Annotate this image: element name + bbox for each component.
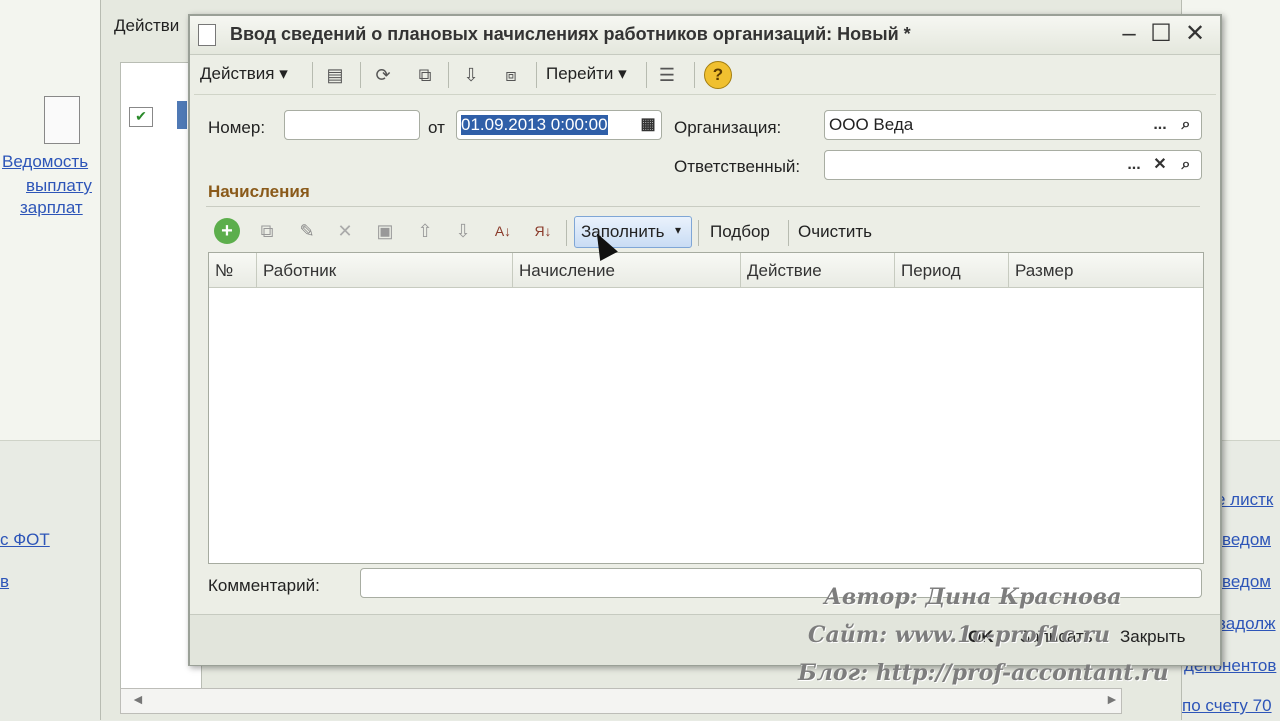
horizontal-scrollbar[interactable]: ◄ ►: [120, 688, 1122, 714]
accruals-table[interactable]: № Работник Начисление Действие Период Ра…: [208, 252, 1204, 564]
link-fot[interactable]: с ФОТ: [0, 530, 50, 550]
title-bar[interactable]: Ввод сведений о плановых начислениях раб…: [190, 16, 1220, 55]
actions-menu[interactable]: Действия ▾: [200, 64, 288, 84]
link-right-4[interactable]: задолж: [1218, 614, 1276, 634]
column-accrual[interactable]: Начисление: [513, 253, 741, 287]
organization-value: ООО Веда: [829, 115, 914, 134]
sort-desc-icon[interactable]: Я↓: [530, 218, 556, 244]
background-tab[interactable]: Действи: [114, 16, 179, 36]
watermark-site: Сайт: www.1c-prof1c.ru: [808, 622, 1110, 648]
watermark-author: Автор: Дина Краснова: [824, 584, 1122, 610]
separator: [646, 62, 647, 88]
post-icon[interactable]: ▤: [322, 62, 348, 88]
help-icon[interactable]: ?: [704, 61, 732, 89]
link-right-3[interactable]: ведом: [1222, 572, 1271, 592]
column-size[interactable]: Размер: [1009, 253, 1203, 287]
separator: [448, 62, 449, 88]
structure-icon[interactable]: ⧈: [498, 62, 524, 88]
separator: [360, 62, 361, 88]
move-up-icon[interactable]: ⇧: [412, 218, 438, 244]
planned-accruals-dialog: Ввод сведений о плановых начислениях раб…: [188, 14, 1222, 666]
document-icon[interactable]: [44, 96, 80, 144]
organization-label: Организация:: [674, 118, 782, 137]
row-selection: [177, 101, 187, 129]
separator: [536, 62, 537, 88]
calendar-icon[interactable]: ▦: [637, 115, 659, 137]
scroll-right-icon[interactable]: ►: [1105, 691, 1119, 707]
comment-label: Комментарий:: [208, 576, 320, 595]
link-zarplat[interactable]: зарплат: [20, 198, 83, 218]
link-right-2[interactable]: ведом: [1222, 530, 1271, 550]
number-field[interactable]: [284, 110, 420, 140]
goto-menu[interactable]: Перейти ▾: [546, 64, 627, 84]
number-label: Номер:: [208, 118, 266, 137]
list-icon[interactable]: ☰: [654, 62, 680, 88]
close-button[interactable]: Закрыть: [1120, 627, 1185, 647]
from-label: от: [428, 118, 445, 137]
clear-button[interactable]: Очистить: [798, 222, 872, 242]
separator: [312, 62, 313, 88]
organization-field[interactable]: ООО Веда ... ⌕: [824, 110, 1202, 140]
link-vyplatu[interactable]: выплату: [26, 176, 92, 196]
table-header: № Работник Начисление Действие Период Ра…: [209, 253, 1203, 288]
clear-icon[interactable]: ✕: [1149, 155, 1171, 177]
select-button[interactable]: ...: [1123, 155, 1145, 177]
watermark-blog: Блог: http://prof-accontant.ru: [798, 660, 1169, 686]
close-icon[interactable]: ✕: [1180, 20, 1210, 48]
select-button[interactable]: ...: [1149, 115, 1171, 137]
minimize-icon[interactable]: –: [1114, 20, 1144, 48]
move-down-icon[interactable]: ⇩: [450, 218, 476, 244]
scroll-left-icon[interactable]: ◄: [131, 691, 145, 707]
section-divider: [206, 206, 1200, 207]
dialog-title: Ввод сведений о плановых начислениях раб…: [230, 24, 911, 44]
checkmark-icon[interactable]: ✔: [129, 107, 153, 127]
copy-icon[interactable]: ⧉: [412, 62, 438, 88]
responsible-field[interactable]: ... ✕ ⌕: [824, 150, 1202, 180]
accruals-section-title: Начисления: [208, 182, 310, 201]
sort-asc-icon[interactable]: A↓: [490, 218, 516, 244]
add-row-icon[interactable]: +: [214, 218, 240, 244]
separator: [698, 220, 699, 246]
separator: [566, 220, 567, 246]
column-period[interactable]: Период: [895, 253, 1009, 287]
end-edit-icon[interactable]: ▣: [372, 218, 398, 244]
date-value: 01.09.2013 0:00:00: [461, 115, 608, 135]
separator: [788, 220, 789, 246]
separator: [694, 62, 695, 88]
document-icon: [198, 24, 216, 46]
maximize-icon[interactable]: ☐: [1146, 20, 1176, 48]
search-icon[interactable]: ⌕: [1175, 115, 1197, 137]
link-v[interactable]: в: [0, 572, 9, 592]
column-action[interactable]: Действие: [741, 253, 895, 287]
column-employee[interactable]: Работник: [257, 253, 513, 287]
export-icon[interactable]: ⇩: [458, 62, 484, 88]
edit-icon[interactable]: ✎: [294, 218, 320, 244]
refresh-icon[interactable]: ⟳: [370, 62, 396, 88]
chevron-down-icon: ▾: [675, 223, 682, 237]
column-number[interactable]: №: [209, 253, 257, 287]
copy-row-icon[interactable]: ⧉: [254, 218, 280, 244]
link-vedomost[interactable]: Ведомость: [2, 152, 88, 172]
delete-icon[interactable]: ✕: [332, 218, 358, 244]
select-button[interactable]: Подбор: [710, 222, 770, 242]
search-icon[interactable]: ⌕: [1175, 155, 1197, 177]
responsible-label: Ответственный:: [674, 157, 801, 176]
link-right-6[interactable]: по счету 70: [1182, 696, 1272, 716]
link-right-1[interactable]: е листк: [1216, 490, 1273, 510]
main-toolbar: Действия ▾ ▤ ⟳ ⧉ ⇩ ⧈ Перейти ▾ ☰ ?: [194, 56, 1216, 95]
date-field[interactable]: 01.09.2013 0:00:00 ▦: [456, 110, 662, 140]
